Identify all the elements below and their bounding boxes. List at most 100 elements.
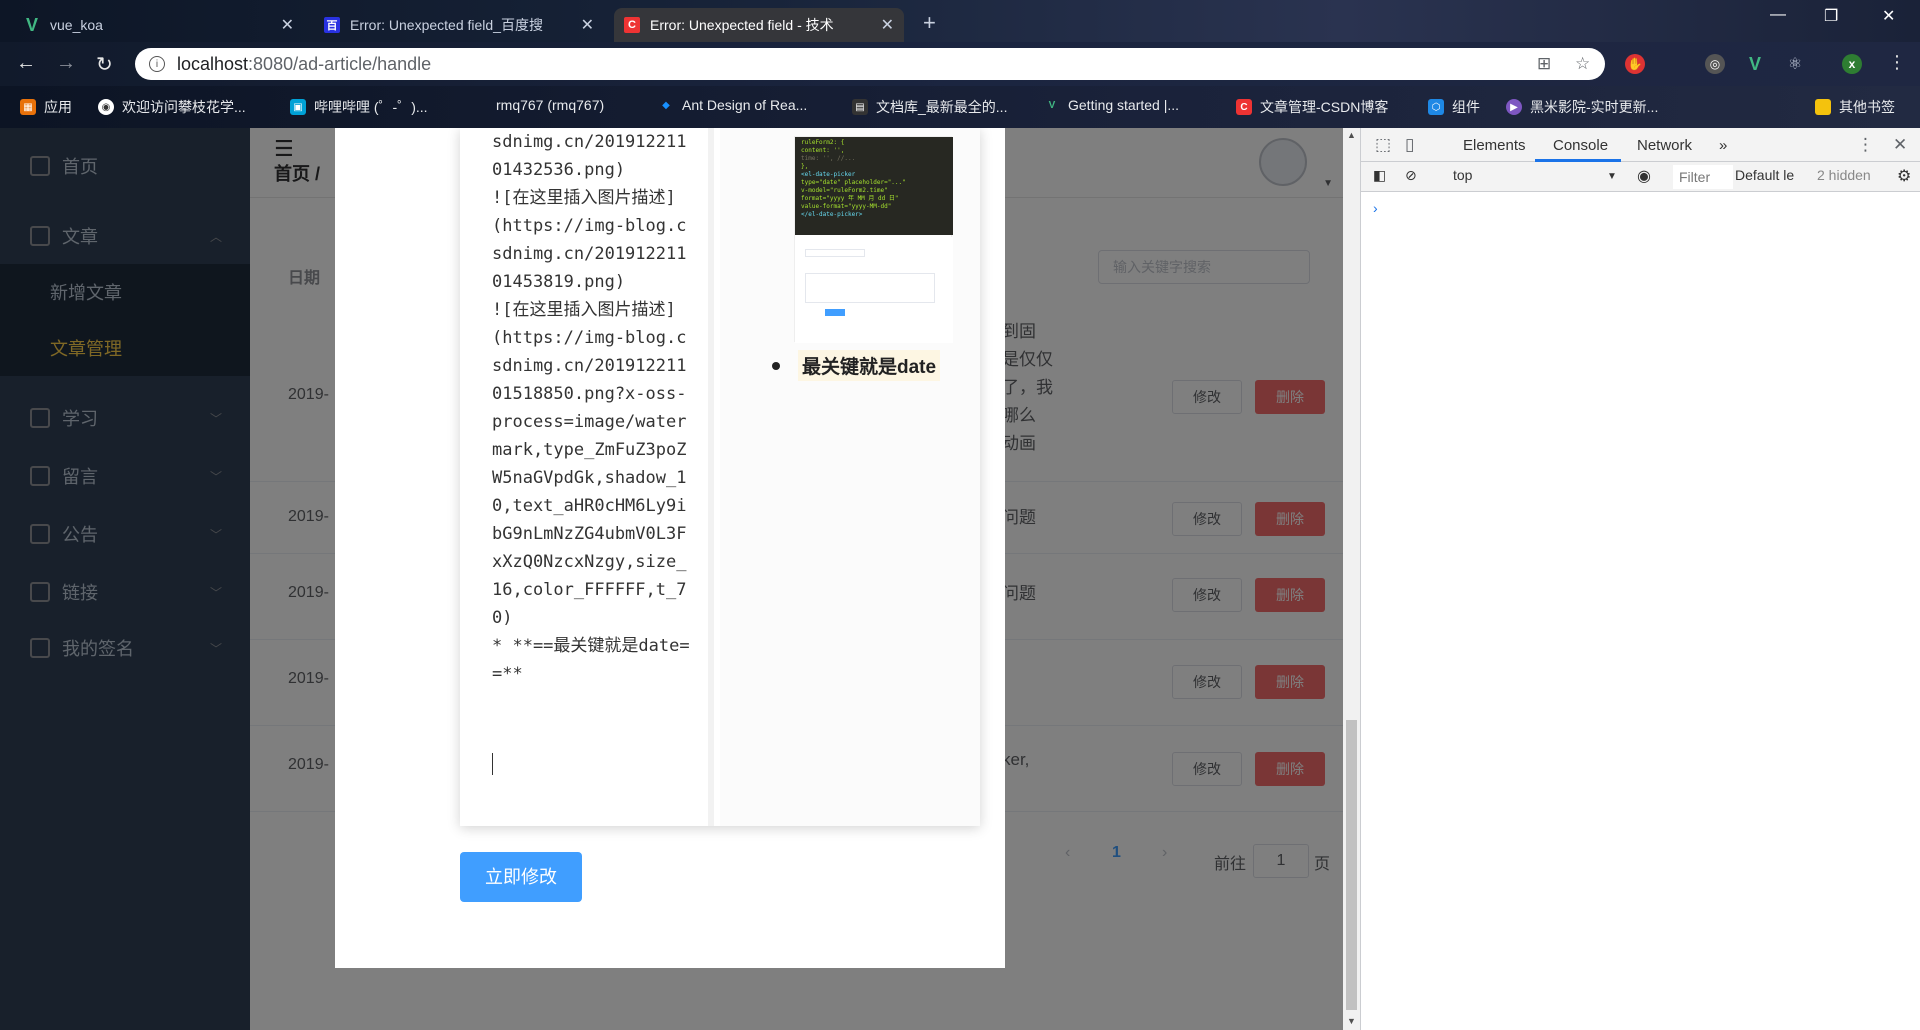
bookmark-label: 黑米影院-实时更新... (1530, 99, 1659, 115)
tab-console[interactable]: Console (1553, 137, 1608, 154)
site-icon: ◉ (98, 99, 114, 115)
extension-glasses-icon[interactable]: ◎ (1705, 54, 1725, 74)
console-filter-input[interactable]: Filter (1673, 165, 1733, 189)
wenku-icon: ▤ (852, 99, 868, 115)
bookmark-label: Ant Design of Rea... (682, 97, 808, 113)
tab-title: Error: Unexpected field_百度搜 (350, 17, 543, 33)
log-levels-dropdown[interactable]: Default le (1735, 167, 1794, 183)
browser-toolbar: ← → ↻ i localhost:8080/ad-article/handle… (0, 42, 1920, 86)
bookmark-item[interactable]: ▶ 黑米影院-实时更新... (1506, 97, 1658, 117)
url-host: localhost (177, 53, 249, 74)
bookmark-item[interactable]: ◉ 欢迎访问攀枝花学... (98, 97, 246, 117)
info-icon[interactable]: i (149, 56, 165, 72)
bookmark-label: 文档库_最新最全的... (876, 99, 1008, 115)
vue-logo-icon: V (1048, 99, 1056, 111)
bookmark-label: 应用 (44, 99, 72, 115)
editor-input-pane[interactable]: ![在这里插入图片描述](https://img-blog.csdnimg.cn… (460, 128, 714, 826)
menu-more-icon[interactable]: ⋮ (1888, 52, 1906, 73)
editor-source-text[interactable]: ![在这里插入图片描述](https://img-blog.csdnimg.cn… (492, 128, 692, 688)
edit-article-dialog: ![在这里插入图片描述](https://img-blog.csdnimg.cn… (335, 128, 1005, 968)
csdn-icon: C (624, 17, 640, 33)
apps-grid-icon: ▦ (20, 99, 36, 115)
bookmark-label: 欢迎访问攀枝花学... (122, 99, 246, 115)
vue-logo-icon: V (25, 14, 38, 35)
clear-console-icon[interactable]: ⊘ (1405, 167, 1417, 184)
code-screenshot: ruleForm2: { content: '', time: '', //..… (795, 137, 953, 235)
extension-vue-icon[interactable]: V (1745, 54, 1765, 74)
bookmark-label: 其他书签 (1839, 99, 1895, 115)
bookmark-item[interactable]: C 文章管理-CSDN博客 (1236, 97, 1388, 117)
bookmark-item[interactable]: V Getting started |... (1044, 97, 1179, 113)
bookmark-label: rmq767 (rmq767) (496, 97, 605, 113)
tab-elements[interactable]: Elements (1463, 137, 1526, 154)
form-screenshot (795, 237, 953, 343)
devtools-panel: ⬚ ▯ Elements Console Network » ⋮ ✕ ◧ ⊘ t… (1360, 128, 1920, 1030)
extension-react-icon[interactable]: ⚛ (1785, 54, 1805, 74)
console-toolbar: ◧ ⊘ top ▼ ◉ Filter Default le 2 hidden ⚙ (1361, 162, 1920, 192)
reload-icon[interactable]: ↻ (96, 52, 113, 77)
back-icon[interactable]: ← (16, 52, 36, 75)
eye-icon[interactable]: ◉ (1637, 166, 1651, 186)
minimize-icon[interactable]: — (1770, 6, 1786, 24)
tab-title: Error: Unexpected field - 技术 (650, 17, 834, 33)
bookmark-item[interactable]: rmq767 (rmq767) (496, 97, 604, 113)
close-devtools-icon[interactable]: ✕ (1893, 135, 1907, 155)
folder-icon (1815, 99, 1831, 115)
tab-title: vue_koa (50, 17, 103, 33)
bookmark-item[interactable]: ▤ 文档库_最新最全的... (852, 97, 1007, 117)
more-tabs-icon[interactable]: » (1719, 137, 1727, 154)
scroll-up-icon[interactable]: ▲ (1347, 130, 1356, 140)
close-icon[interactable]: ✕ (281, 15, 294, 35)
bookmark-item[interactable]: ◆ Ant Design of Rea... (658, 97, 807, 113)
editor-preview-pane: ruleForm2: { content: '', time: '', //..… (720, 128, 980, 826)
bilibili-icon: ▣ (290, 99, 306, 115)
close-icon[interactable]: ✕ (881, 15, 894, 35)
markdown-editor: ![在这里插入图片描述](https://img-blog.csdnimg.cn… (460, 128, 980, 826)
context-selector[interactable]: top (1453, 167, 1472, 183)
address-bar[interactable]: i localhost:8080/ad-article/handle ⊞ ☆ (135, 48, 1605, 80)
component-icon: ⬡ (1428, 99, 1444, 115)
new-tab-icon[interactable]: + (923, 10, 936, 36)
page-scrollbar[interactable]: ▲ ▼ (1343, 128, 1360, 1030)
tab-network[interactable]: Network (1637, 137, 1692, 154)
close-icon[interactable]: ✕ (581, 15, 594, 35)
antd-icon: ◆ (662, 99, 670, 111)
submit-button[interactable]: 立即修改 (460, 852, 582, 902)
restore-icon[interactable]: ❐ (1824, 6, 1838, 26)
url-path: :8080/ad-article/handle (248, 53, 432, 74)
bookmarks-bar: ▦ 应用 ◉ 欢迎访问攀枝花学... ▣ 哔哩哔哩 (゜-゜)... rmq767 (… (0, 86, 1920, 128)
preview-bullet-text: 最关键就是date (798, 350, 941, 381)
device-toolbar-icon[interactable]: ▯ (1405, 135, 1414, 155)
bullet-dot (772, 361, 780, 370)
console-prompt-icon[interactable]: › (1373, 200, 1378, 216)
devtools-tabbar: ⬚ ▯ Elements Console Network » ⋮ ✕ (1361, 128, 1920, 162)
close-window-icon[interactable]: ✕ (1882, 6, 1895, 26)
bookmark-label: 组件 (1452, 99, 1480, 115)
browser-tab-strip: V vue_koa ✕ 百 Error: Unexpected field_百度… (0, 0, 1920, 42)
scrollbar-thumb[interactable] (1346, 720, 1357, 1010)
bookmark-item[interactable]: ▣ 哔哩哔哩 (゜-゜)... (290, 97, 428, 117)
settings-gear-icon[interactable]: ⚙ (1897, 166, 1911, 186)
context-dropdown-icon[interactable]: ▼ (1607, 171, 1617, 182)
tab-baidu[interactable]: 百 Error: Unexpected field_百度搜 ✕ (314, 8, 604, 42)
bookmark-label: 文章管理-CSDN博客 (1260, 99, 1389, 115)
forward-icon[interactable]: → (56, 52, 76, 75)
preview-bullet: 最关键就是date (772, 350, 941, 381)
bookmark-star-icon[interactable]: ☆ (1575, 54, 1590, 74)
profile-avatar[interactable]: x (1842, 54, 1862, 74)
tab-csdn[interactable]: C Error: Unexpected field - 技术 ✕ (614, 8, 904, 42)
text-cursor (492, 753, 493, 775)
preview-image: ruleForm2: { content: '', time: '', //..… (794, 136, 953, 343)
inspect-element-icon[interactable]: ⬚ (1375, 135, 1391, 155)
bookmark-other[interactable]: 其他书签 (1815, 97, 1895, 117)
extension-adblock-icon[interactable]: ✋ (1625, 54, 1645, 74)
sidebar-toggle-icon[interactable]: ◧ (1373, 167, 1386, 184)
devtools-menu-icon[interactable]: ⋮ (1857, 135, 1874, 155)
tab-vue-koa[interactable]: V vue_koa ✕ (14, 8, 304, 42)
play-icon: ▶ (1506, 99, 1522, 115)
bookmark-item[interactable]: ⬡ 组件 (1428, 97, 1480, 117)
bookmark-label: 哔哩哔哩 (゜-゜)... (314, 99, 428, 115)
bookmark-apps[interactable]: ▦ 应用 (20, 97, 72, 117)
scroll-down-icon[interactable]: ▼ (1347, 1016, 1356, 1026)
translate-icon[interactable]: ⊞ (1537, 54, 1551, 74)
